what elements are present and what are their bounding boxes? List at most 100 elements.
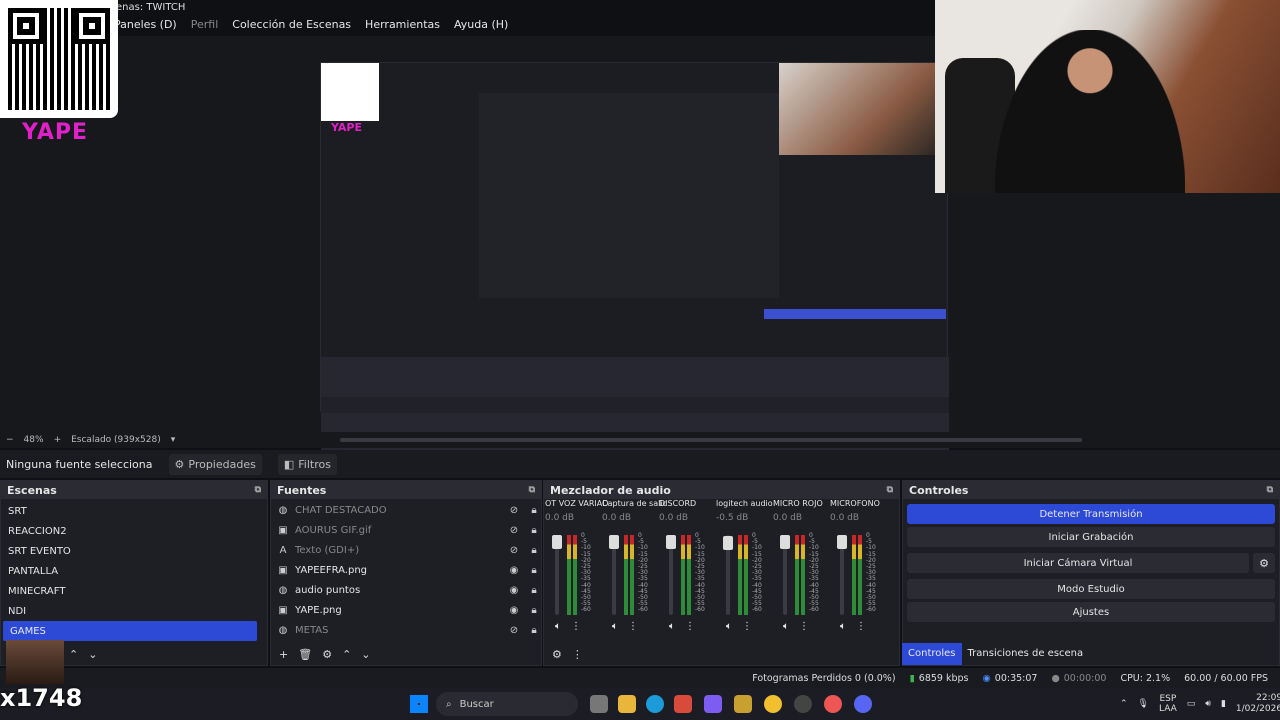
lock-icon[interactable]: 🔒︎: [527, 605, 541, 616]
channel-menu-icon[interactable]: ⋮: [685, 621, 695, 632]
fader-knob[interactable]: [609, 535, 619, 549]
windows-start-icon[interactable]: [410, 695, 428, 713]
move-up-icon[interactable]: ⌃: [69, 648, 78, 661]
menu-herramientas[interactable]: Herramientas: [365, 18, 440, 31]
tab-transitions[interactable]: Transiciones de escena: [962, 643, 1090, 665]
source-name[interactable]: AOURUS GIF.gif: [295, 525, 501, 536]
taskbar-search[interactable]: ⌕ Buscar: [436, 692, 578, 716]
scene-item-selected[interactable]: GAMES: [3, 621, 257, 641]
speaker-icon[interactable]: 🔈︎: [555, 621, 561, 632]
menu-ayuda[interactable]: Ayuda (H): [454, 18, 508, 31]
properties-button[interactable]: ⚙ Propiedades: [168, 453, 262, 475]
preview-scrollbar[interactable]: [340, 438, 1082, 442]
lang-top[interactable]: ESP: [1159, 694, 1176, 704]
file-explorer-icon[interactable]: [618, 695, 636, 713]
scale-dropdown-icon[interactable]: ▾: [171, 435, 176, 445]
game-icon[interactable]: [734, 695, 752, 713]
undock-icon[interactable]: ⧉: [255, 485, 261, 495]
lock-icon[interactable]: 🔒︎: [527, 545, 541, 556]
channel-menu-icon[interactable]: ⋮: [856, 621, 866, 632]
edge-icon[interactable]: [646, 695, 664, 713]
speaker-icon[interactable]: 🔈︎: [669, 621, 675, 632]
hidden-eye-icon[interactable]: ⊘: [507, 625, 521, 636]
lock-icon[interactable]: 🔒︎: [527, 525, 541, 536]
eye-icon[interactable]: ◉: [507, 605, 521, 616]
channel-menu-icon[interactable]: ⋮: [628, 621, 638, 632]
channel-menu-icon[interactable]: ⋮: [799, 621, 809, 632]
speaker-icon[interactable]: 🔈︎: [783, 621, 789, 632]
menu-coleccion[interactable]: Colección de Escenas: [232, 18, 351, 31]
undock-icon[interactable]: ⧉: [887, 485, 893, 495]
move-down-icon[interactable]: ⌄: [361, 648, 370, 661]
scene-item[interactable]: PANTALLA: [1, 561, 267, 581]
volume-fader[interactable]: [666, 535, 676, 615]
undock-icon[interactable]: ⧉: [529, 485, 535, 495]
source-name[interactable]: YAPE.png: [295, 605, 501, 616]
move-up-icon[interactable]: ⌃: [342, 648, 351, 661]
task-view-icon[interactable]: [590, 695, 608, 713]
hidden-eye-icon[interactable]: ⊘: [507, 505, 521, 516]
lock-icon[interactable]: 🔒︎: [527, 625, 541, 636]
eye-icon[interactable]: ◉: [507, 585, 521, 596]
lang-bottom[interactable]: LAA: [1159, 704, 1177, 714]
scene-item[interactable]: MINECRAFT: [1, 581, 267, 601]
scene-item[interactable]: REACCION2: [1, 521, 267, 541]
battery-icon[interactable]: ▮: [1221, 699, 1226, 709]
source-name[interactable]: YAPEEFRA.png: [295, 565, 501, 576]
menu-paneles[interactable]: Paneles (D): [114, 18, 177, 31]
source-name[interactable]: METAS: [295, 625, 501, 636]
lock-icon[interactable]: 🔒︎: [527, 505, 541, 516]
tab-controls[interactable]: Controles: [902, 643, 962, 665]
zoom-out-button[interactable]: −: [6, 435, 14, 445]
microphone-icon[interactable]: 🎙︎: [1138, 699, 1149, 709]
volume-fader[interactable]: [780, 535, 790, 615]
trash-icon[interactable]: 🗑︎: [298, 648, 312, 661]
lock-icon[interactable]: 🔒︎: [527, 565, 541, 576]
fader-knob[interactable]: [837, 535, 847, 549]
clock-time[interactable]: 22:09: [1256, 693, 1280, 703]
scene-item[interactable]: NDI: [1, 601, 267, 621]
speaker-icon[interactable]: 🔈︎: [612, 621, 618, 632]
eye-icon[interactable]: ◉: [507, 565, 521, 576]
hidden-eye-icon[interactable]: ⊘: [507, 545, 521, 556]
discord-icon[interactable]: [854, 695, 872, 713]
studio-mode-button[interactable]: Modo Estudio: [907, 579, 1275, 599]
fader-knob[interactable]: [723, 536, 733, 551]
volume-fader[interactable]: [609, 535, 619, 615]
network-icon[interactable]: ▭: [1187, 699, 1196, 709]
fader-knob[interactable]: [666, 535, 676, 549]
source-name[interactable]: Texto (GDI+): [295, 545, 501, 556]
volume-icon[interactable]: 🔊︎: [1205, 699, 1211, 709]
undock-icon[interactable]: ⧉: [1267, 485, 1273, 495]
menu-perfil[interactable]: Perfil: [191, 18, 219, 31]
channel-menu-icon[interactable]: ⋮: [742, 621, 752, 632]
chrome-icon[interactable]: [764, 695, 782, 713]
stop-stream-button[interactable]: Detener Transmisión: [907, 504, 1275, 524]
obs-icon[interactable]: [794, 695, 812, 713]
chrome-profile-icon[interactable]: [824, 695, 842, 713]
lock-icon[interactable]: 🔒︎: [527, 585, 541, 596]
move-down-icon[interactable]: ⌄: [88, 648, 97, 661]
source-name[interactable]: audio puntos: [295, 585, 501, 596]
source-name[interactable]: CHAT DESTACADO: [295, 505, 501, 516]
mixer-settings-icon[interactable]: ⚙: [552, 648, 562, 661]
mixer-menu-icon[interactable]: ⋮: [572, 648, 583, 661]
volume-fader[interactable]: [837, 535, 847, 615]
scene-item[interactable]: SRT: [1, 501, 267, 521]
scene-item[interactable]: SRT EVENTO: [1, 541, 267, 561]
fader-knob[interactable]: [552, 535, 562, 549]
volume-fader[interactable]: [723, 535, 733, 615]
speaker-icon[interactable]: 🔈︎: [726, 621, 732, 632]
virtual-cam-button[interactable]: Iniciar Cámara Virtual: [907, 553, 1249, 573]
gear-icon[interactable]: ⚙: [322, 648, 332, 661]
filters-button[interactable]: ◧ Filtros: [277, 453, 337, 475]
virtual-cam-settings-icon[interactable]: ⚙: [1253, 553, 1275, 573]
fader-knob[interactable]: [780, 535, 790, 549]
volume-fader[interactable]: [552, 535, 562, 615]
chevron-up-icon[interactable]: ⌃: [1120, 699, 1128, 709]
settings-button[interactable]: Ajustes: [907, 602, 1275, 622]
clock-date[interactable]: 1/02/2026: [1236, 704, 1280, 714]
copilot-icon[interactable]: [704, 695, 722, 713]
add-source-icon[interactable]: +: [279, 648, 288, 661]
speaker-icon[interactable]: 🔈︎: [840, 621, 846, 632]
